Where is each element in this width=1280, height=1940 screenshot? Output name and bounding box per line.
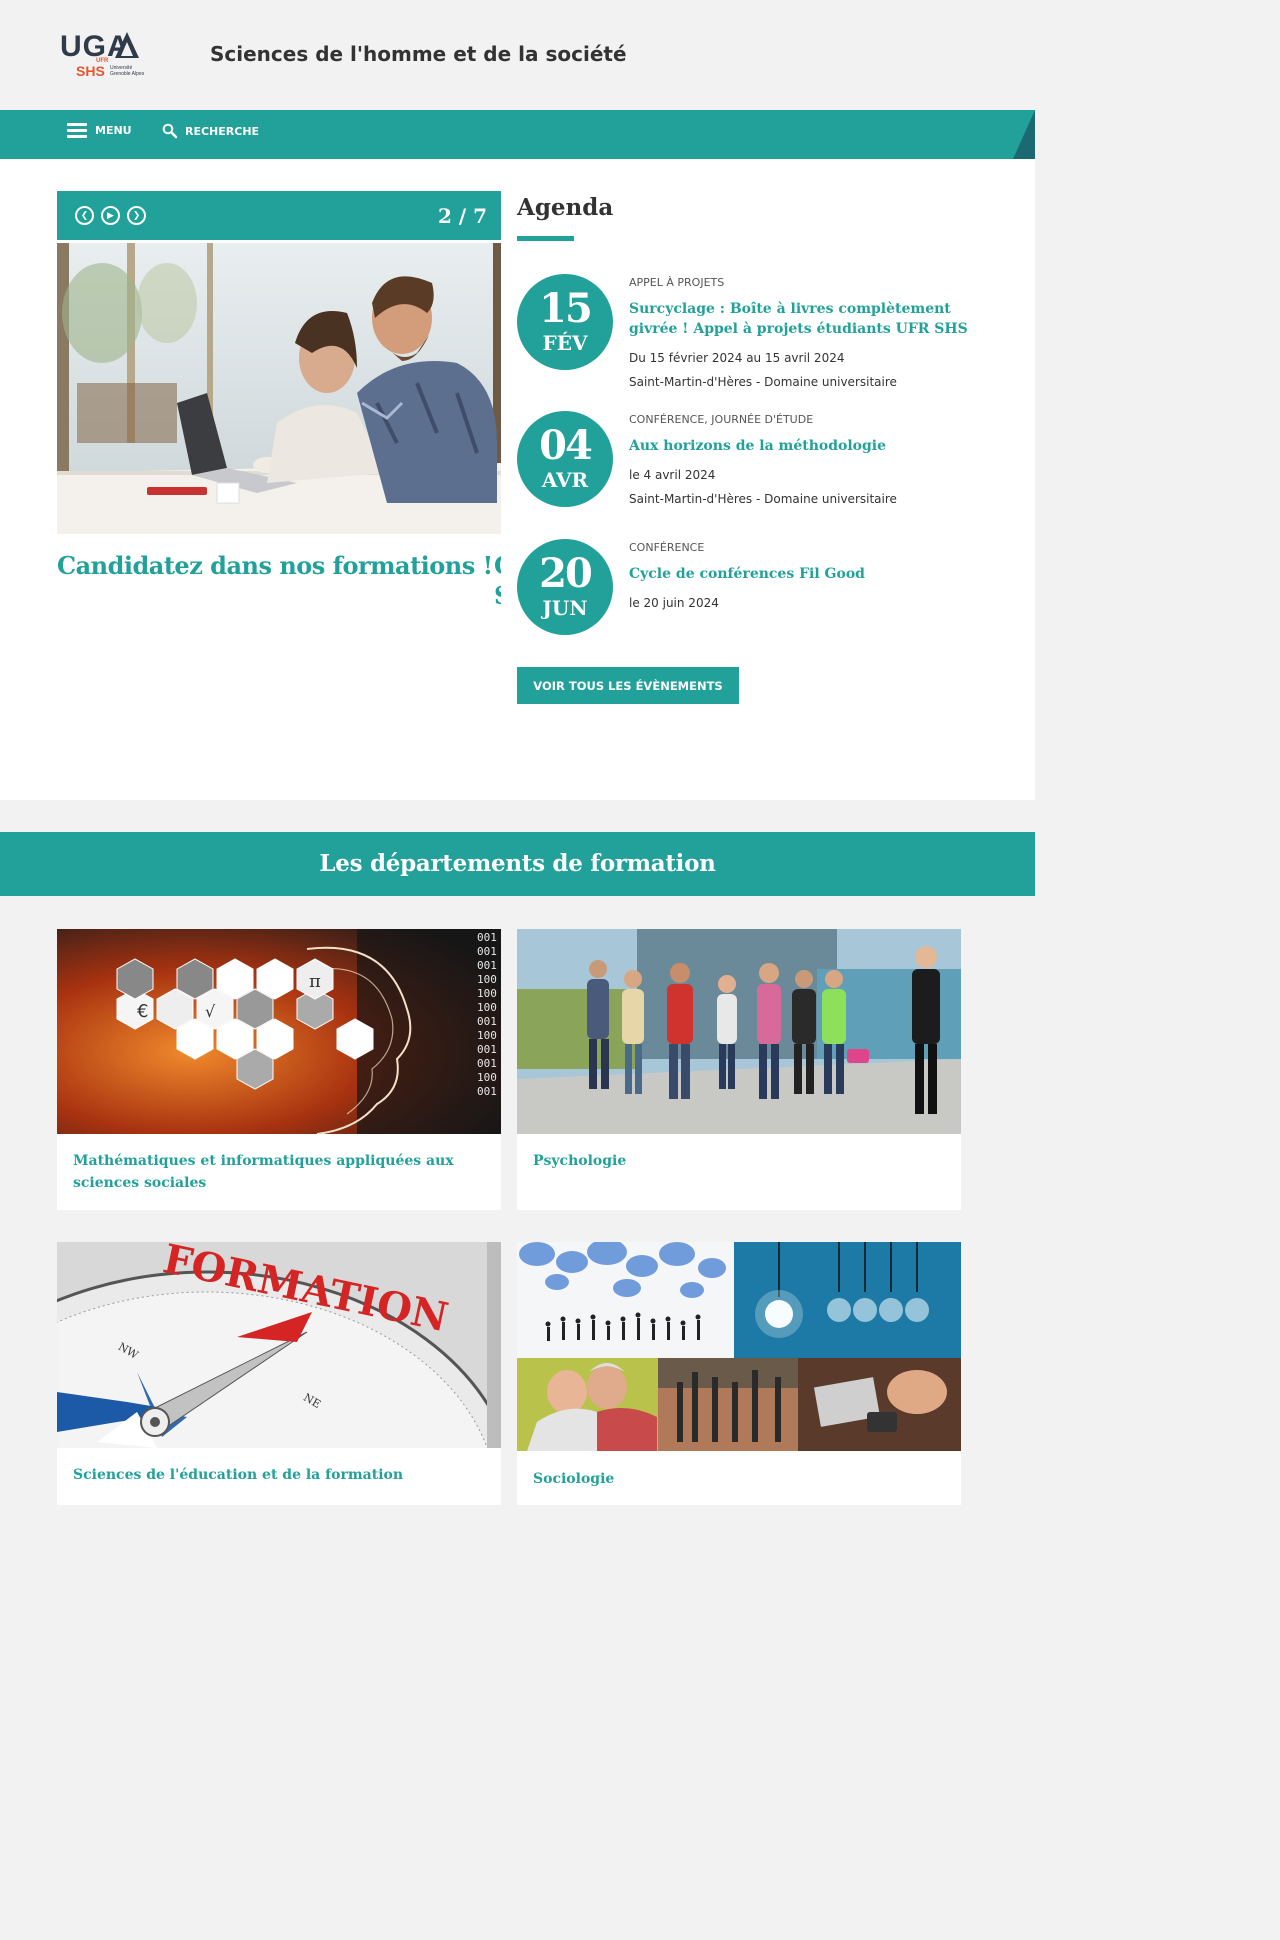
logo-shs-text: SHS [76, 63, 105, 79]
menu-label: MENU [95, 124, 132, 137]
agenda-event: 04 AVR CONFÉRENCE, JOURNÉE D'ÉTUDE Aux h… [517, 411, 977, 521]
uga-shs-logo[interactable]: UGA UFR SHS Université Grenoble Alpes [58, 30, 153, 80]
agenda-heading: Agenda [517, 194, 614, 221]
svg-text:001: 001 [477, 1085, 497, 1098]
department-card[interactable]: Psychologie [517, 929, 961, 1210]
slider-play-button[interactable]: ▶ [101, 206, 120, 225]
play-icon: ▶ [107, 210, 114, 221]
svg-text:001: 001 [477, 1043, 497, 1056]
next-slide-title-peek: C S [494, 551, 501, 621]
students-walking-photo [517, 929, 961, 1134]
site-header: UGA UFR SHS Université Grenoble Alpes Sc… [0, 0, 1035, 110]
svg-text:001: 001 [477, 931, 497, 944]
event-date-badge: 04 AVR [517, 411, 613, 507]
search-icon [162, 123, 178, 139]
agenda-event: 20 JUN CONFÉRENCE Cycle de conférences F… [517, 539, 977, 639]
svg-text:π: π [309, 971, 321, 992]
slide-title[interactable]: Candidatez dans nos formations ! [57, 551, 493, 580]
svg-text:100: 100 [477, 1029, 497, 1042]
event-dates: le 20 juin 2024 [629, 596, 719, 610]
event-day: 20 [539, 550, 593, 597]
chevron-left-icon: ❮ [80, 210, 89, 221]
svg-text:100: 100 [477, 973, 497, 986]
department-label[interactable]: Psychologie [533, 1150, 933, 1172]
svg-text:100: 100 [477, 1001, 497, 1014]
svg-text:€: € [137, 1001, 148, 1022]
students-photo [57, 243, 501, 534]
logo-university-text: Université Grenoble Alpes [110, 65, 145, 77]
department-card[interactable]: 001 001 001 100 100 100 001 100 001 001 100 001 [57, 929, 501, 1210]
event-category: CONFÉRENCE [629, 541, 705, 554]
svg-text:√: √ [205, 1002, 216, 1021]
event-location: Saint-Martin-d'Hères - Domaine universit… [629, 492, 897, 506]
svg-text:001: 001 [477, 945, 497, 958]
event-dates: le 4 avril 2024 [629, 468, 716, 482]
svg-text:001: 001 [477, 1015, 497, 1028]
slide-counter: 2 / 7 [437, 204, 487, 228]
formation-compass-illustration: FORMATION NW NE [57, 1242, 501, 1448]
event-date-badge: 20 JUN [517, 539, 613, 635]
site-title[interactable]: Sciences de l'homme et de la société [210, 42, 627, 66]
slide-image-students-laptop[interactable] [57, 243, 501, 534]
hamburger-icon [67, 123, 87, 138]
agenda-event: 15 FÉV APPEL À PROJETS Surcyclage : Boît… [517, 274, 977, 399]
department-card[interactable]: Sociologie [517, 1242, 961, 1505]
department-label[interactable]: Sociologie [533, 1468, 933, 1490]
logo-triangle-inner [121, 42, 133, 56]
svg-text:001: 001 [477, 959, 497, 972]
main-nav: MENU RECHERCHE [0, 110, 1035, 159]
svg-text:100: 100 [477, 1071, 497, 1084]
department-image-education: FORMATION NW NE [57, 1242, 501, 1448]
department-image-psychologie [517, 929, 961, 1134]
department-card[interactable]: FORMATION NW NE Sciences de l'éducation … [57, 1242, 501, 1505]
event-date-badge: 15 FÉV [517, 274, 613, 370]
slider-controls-bar: ❮ ▶ ❯ 2 / 7 [57, 191, 501, 240]
event-month: FÉV [542, 331, 588, 355]
svg-text:001: 001 [477, 1057, 497, 1070]
departments-heading: Les départements de formation [319, 850, 716, 877]
event-category: APPEL À PROJETS [629, 276, 725, 289]
department-label[interactable]: Sciences de l'éducation et de la formati… [73, 1464, 473, 1486]
event-dates: Du 15 février 2024 au 15 avril 2024 [629, 351, 845, 365]
menu-button[interactable]: MENU [67, 123, 132, 138]
sociology-collage [517, 1242, 961, 1451]
department-image-sociologie [517, 1242, 961, 1451]
nav-corner-decoration [1013, 110, 1035, 159]
event-day: 15 [539, 285, 593, 332]
event-location: Saint-Martin-d'Hères - Domaine universit… [629, 375, 897, 389]
event-title-link[interactable]: Surcyclage : Boîte à livres complètement… [629, 299, 969, 339]
event-day: 04 [539, 422, 593, 469]
event-month: JUN [542, 596, 588, 620]
search-button[interactable]: RECHERCHE [162, 123, 259, 139]
agenda-underline [517, 236, 574, 241]
event-category: CONFÉRENCE, JOURNÉE D'ÉTUDE [629, 413, 814, 426]
event-title-link[interactable]: Cycle de conférences Fil Good [629, 564, 969, 584]
math-hexagons-illustration: 001001001 100100100 001100001 001100001 [57, 929, 501, 1134]
event-month: AVR [541, 468, 589, 492]
slider-next-button[interactable]: ❯ [127, 206, 146, 225]
slider-prev-button[interactable]: ❮ [75, 206, 94, 225]
event-title-link[interactable]: Aux horizons de la méthodologie [629, 436, 969, 456]
department-image-math: 001 001 001 100 100 100 001 100 001 001 100 001 [57, 929, 501, 1134]
chevron-right-icon: ❯ [132, 210, 141, 221]
all-events-button[interactable]: VOIR TOUS LES ÉVÈNEMENTS [517, 667, 739, 704]
department-label[interactable]: Mathématiques et informatiques appliquée… [73, 1150, 473, 1194]
svg-text:100: 100 [477, 987, 497, 1000]
search-label: RECHERCHE [185, 124, 260, 138]
